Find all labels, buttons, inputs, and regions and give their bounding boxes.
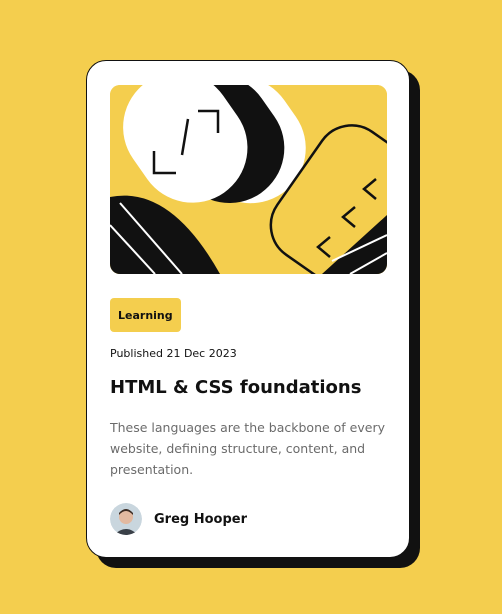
author: Greg Hooper: [110, 503, 247, 535]
avatar: [110, 503, 142, 535]
card-title[interactable]: HTML & CSS foundations: [110, 377, 361, 398]
category-label: Learning: [118, 308, 173, 322]
published-date: Published 21 Dec 2023: [110, 347, 237, 360]
hero-illustration: [110, 85, 387, 274]
blog-card: Learning Published 21 Dec 2023 HTML & CS…: [86, 60, 410, 558]
author-name: Greg Hooper: [154, 511, 248, 527]
category-badge: Learning: [110, 298, 181, 332]
card-description: These languages are the backbone of ever…: [110, 420, 385, 477]
